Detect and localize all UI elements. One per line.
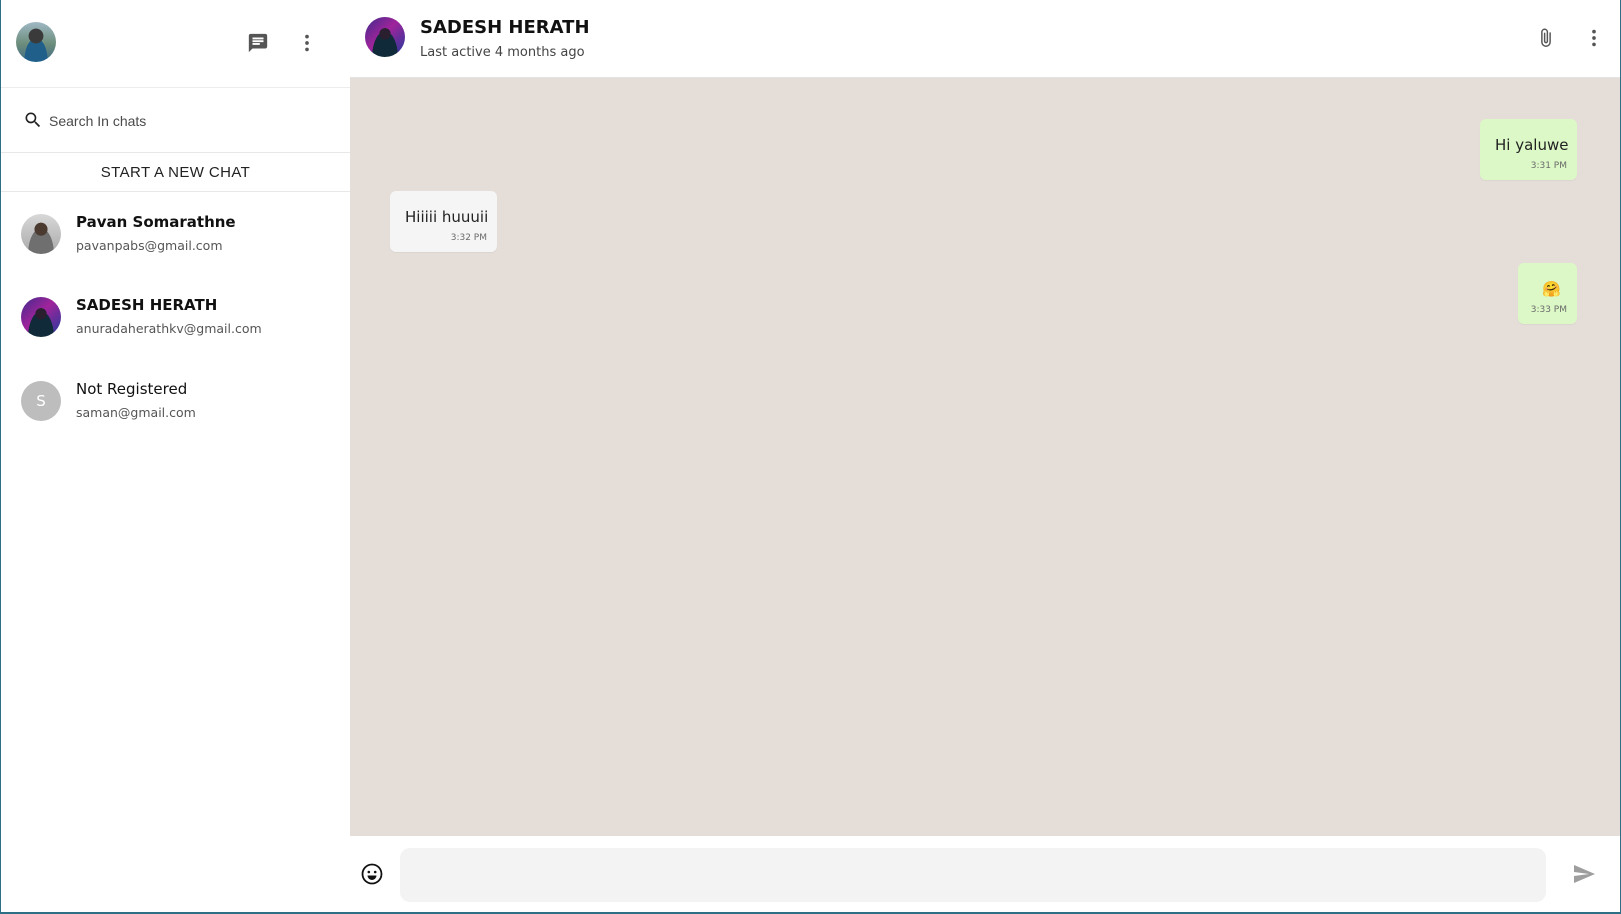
search-icon [23, 110, 43, 134]
attach-icon[interactable] [1530, 22, 1562, 54]
message-list: Hi yaluwe 3:31 PM Hiiiii huuuii 3:32 PM … [350, 78, 1620, 836]
send-icon[interactable] [1568, 858, 1600, 890]
message-time: 3:32 PM [450, 233, 487, 243]
sidebar: START A NEW CHAT Pavan Somarathne pavanp… [1, 0, 351, 912]
search-input[interactable] [47, 106, 331, 136]
search-bar [1, 88, 350, 153]
more-vert-icon[interactable] [1578, 22, 1610, 54]
message-bubble-incoming: Hiiiii huuuii 3:32 PM [390, 191, 497, 252]
contact-email: pavanpabs@gmail.com [76, 238, 223, 253]
new-chat-icon[interactable] [242, 27, 274, 59]
message-bubble-outgoing: Hi yaluwe 3:31 PM [1480, 119, 1577, 180]
contact-email: saman@gmail.com [76, 405, 196, 420]
user-avatar[interactable] [16, 22, 56, 62]
chat-panel: SADESH HERATH Last active 4 months ago H… [350, 0, 1620, 912]
sidebar-header [1, 0, 350, 88]
message-bubble-outgoing: 🤗 3:33 PM [1518, 263, 1577, 324]
message-text: Hi yaluwe [1495, 136, 1569, 154]
chat-header: SADESH HERATH Last active 4 months ago [350, 0, 1620, 78]
contact-email: anuradaherathkv@gmail.com [76, 321, 262, 336]
contact-name: Pavan Somarathne [76, 213, 236, 231]
message-input[interactable] [400, 848, 1546, 902]
chat-list-item[interactable]: S Not Registered saman@gmail.com [1, 360, 350, 440]
chat-list-item[interactable]: Pavan Somarathne pavanpabs@gmail.com [1, 193, 350, 273]
message-text: Hiiiii huuuii [405, 208, 489, 226]
more-vert-icon[interactable] [291, 27, 323, 59]
message-composer [350, 836, 1620, 912]
contact-name: Not Registered [76, 380, 188, 398]
last-active-status: Last active 4 months ago [420, 45, 585, 60]
contact-avatar [21, 214, 61, 254]
contact-name: SADESH HERATH [76, 296, 218, 314]
start-new-chat-button[interactable]: START A NEW CHAT [1, 153, 350, 192]
message-emoji: 🤗 [1542, 280, 1561, 298]
chat-list-item[interactable]: SADESH HERATH anuradaherathkv@gmail.com [1, 276, 350, 356]
message-time: 3:31 PM [1530, 161, 1567, 171]
emoji-icon[interactable] [356, 858, 388, 890]
message-time: 3:33 PM [1530, 305, 1567, 315]
contact-avatar[interactable] [365, 17, 405, 57]
contact-avatar: S [21, 381, 61, 421]
contact-name: SADESH HERATH [420, 17, 590, 38]
contact-avatar [21, 297, 61, 337]
